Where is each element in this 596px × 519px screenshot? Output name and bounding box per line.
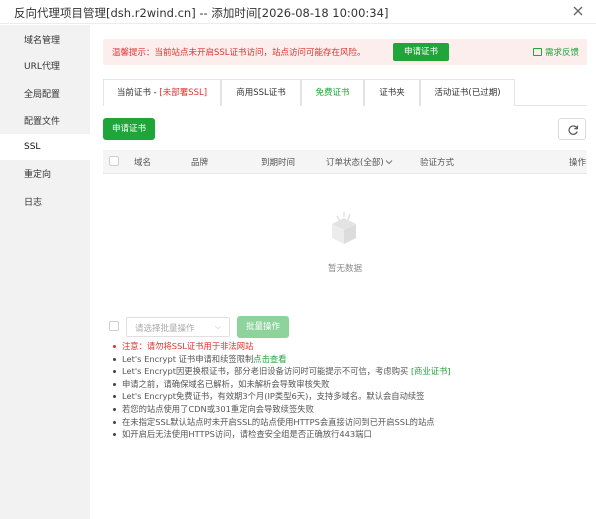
list-item: Let's Encrypt免费证书，有效期3个月(IP类型6天)，支持多域名。默…	[112, 390, 582, 403]
apply-cert-button[interactable]: 申请证书	[103, 118, 155, 140]
batch-select-placeholder: 请选择批量操作	[135, 324, 195, 334]
note-text: Let's Encrypt 证书申请和续签限制	[122, 353, 254, 364]
note-link[interactable]: 点击查看	[253, 354, 286, 364]
list-item: 申请之前，请确保域名已解析，如未解析会导致审核失败	[112, 378, 582, 391]
tab-commercial-ssl[interactable]: 商用SSL证书	[221, 79, 301, 106]
list-item: Let's Encrypt因更换根证书，部分老旧设备访问时可能提示不可信，考虑购…	[112, 365, 582, 378]
sidebar-item-redirect[interactable]: 重定向	[0, 162, 90, 188]
tab-free-cert[interactable]: 免费证书	[301, 79, 364, 106]
table-header: 域名 品牌 到期时间 订单状态(全部) 验证方式 操作	[103, 150, 587, 174]
sidebar-item-config-file[interactable]: 配置文件	[0, 109, 90, 135]
notes-list: 注意：请勿将SSL证书用于非法网站 Let's Encrypt 证书申请和续签限…	[112, 340, 582, 441]
select-all-checkbox[interactable]	[109, 156, 119, 166]
title-bar: 反向代理项目管理[dsh.r2wind.cn] -- 添加时间[2026-08-…	[0, 0, 596, 24]
sidebar-item-domain[interactable]: 域名管理	[0, 28, 90, 54]
close-icon[interactable]	[570, 3, 586, 19]
column-order-status-label: 订单状态(全部)	[326, 158, 384, 168]
ssl-warning-alert: 温馨提示：当前站点未开启SSL证书访问，站点访问可能存在风险。 申请证书 需求反…	[103, 39, 587, 65]
refresh-button[interactable]	[558, 118, 586, 140]
column-expiry: 到期时间	[261, 158, 296, 168]
batch-checkbox[interactable]	[109, 321, 119, 331]
feedback-link[interactable]: 需求反馈	[532, 46, 579, 58]
empty-box-icon	[332, 212, 356, 244]
tab-current-cert-status: [未部署SSL]	[159, 88, 208, 98]
feedback-label: 需求反馈	[544, 48, 579, 58]
batch-action-button[interactable]: 批量操作	[237, 316, 289, 338]
batch-select[interactable]: 请选择批量操作 ⌵	[126, 317, 230, 337]
column-brand: 品牌	[191, 158, 209, 168]
ssl-tabs: 当前证书 - [未部署SSL] 商用SSL证书 免费证书 证书夹 活动证书(已过…	[103, 79, 587, 106]
sidebar-item-log[interactable]: 日志	[0, 190, 90, 216]
empty-text: 暂无数据	[327, 264, 362, 274]
sidebar-item-url-proxy[interactable]: URL代理	[0, 54, 90, 80]
column-order-status[interactable]: 订单状态(全部)	[326, 156, 393, 168]
batch-bar: 请选择批量操作 ⌵ 批量操作	[103, 316, 587, 338]
list-item: 在未指定SSL默认站点时未开启SSL的站点使用HTTPS会直接访问到已开启SSL…	[112, 416, 582, 429]
sidebar: 域名管理 URL代理 全局配置 配置文件 SSL 重定向 日志	[0, 25, 90, 519]
alert-apply-cert-button[interactable]: 申请证书	[393, 43, 449, 61]
tab-current-cert-label: 当前证书 -	[116, 88, 160, 98]
note-link[interactable]: [商业证书]	[411, 366, 451, 376]
column-verify-method: 验证方式	[420, 158, 455, 168]
chevron-down-icon: ⌵	[214, 322, 221, 331]
list-item: 如开启后无法使用HTTPS访问，请检查安全组是否正确放行443端口	[112, 428, 582, 441]
note-text: Let's Encrypt因更换根证书，部分老旧设备访问时可能提示不可信，考虑购…	[122, 366, 411, 377]
list-item: 若您的站点使用了CDN或301重定向会导致续签失败	[112, 403, 582, 416]
sidebar-item-ssl[interactable]: SSL	[0, 134, 90, 160]
sidebar-item-global-config[interactable]: 全局配置	[0, 82, 90, 108]
list-item: Let's Encrypt 证书申请和续签限制点击查看	[112, 353, 582, 366]
column-actions: 操作	[569, 158, 587, 168]
tab-cert-folder[interactable]: 证书夹	[364, 79, 420, 106]
tab-active-cert[interactable]: 活动证书(已过期)	[420, 79, 515, 106]
feedback-icon	[532, 48, 542, 56]
list-item: 注意：请勿将SSL证书用于非法网站	[112, 340, 582, 353]
refresh-icon	[568, 125, 578, 135]
window-title: 反向代理项目管理[dsh.r2wind.cn] -- 添加时间[2026-08-…	[14, 6, 389, 20]
alert-message: 温馨提示：当前站点未开启SSL证书访问，站点访问可能存在风险。	[112, 48, 366, 58]
tab-current-cert[interactable]: 当前证书 - [未部署SSL]	[103, 79, 221, 106]
column-domain: 域名	[134, 158, 152, 168]
chevron-down-icon	[385, 160, 392, 165]
